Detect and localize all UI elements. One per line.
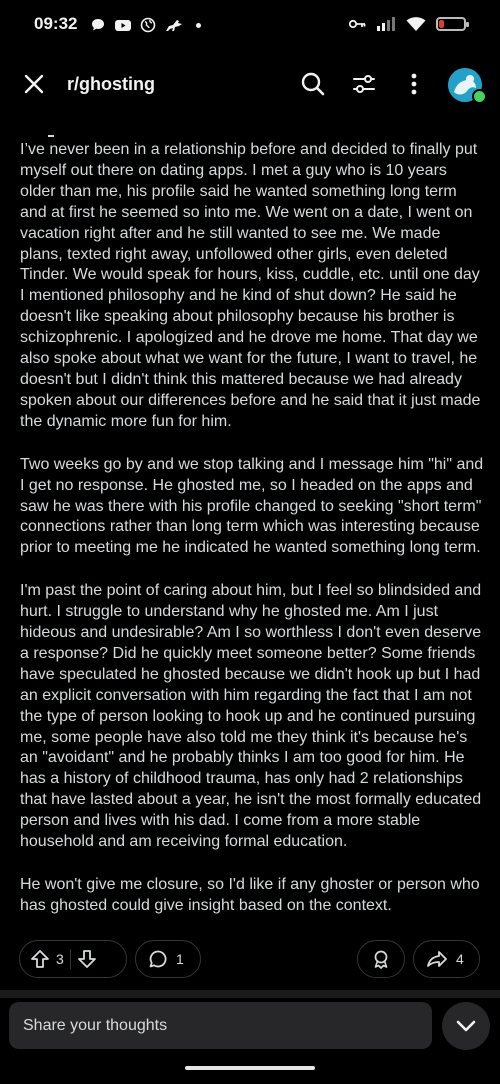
post-body: I’ve never been in a relationship before… <box>20 135 486 939</box>
comment-icon <box>149 950 167 968</box>
post-paragraph: He won't give me closure, so I'd like if… <box>20 876 480 914</box>
status-bar: 09:32 <box>0 0 500 50</box>
globe-icon <box>140 17 156 33</box>
signal-icon <box>377 17 395 31</box>
search-button[interactable] <box>299 70 327 98</box>
app-header: r/ghosting <box>0 58 500 110</box>
search-icon <box>301 72 325 96</box>
wifi-icon <box>406 17 426 31</box>
more-options-button[interactable] <box>400 70 428 98</box>
downvote-button[interactable] <box>77 949 97 969</box>
key-icon <box>348 19 366 29</box>
post-paragraph: I'm past the point of caring about him, … <box>20 582 482 851</box>
share-button[interactable]: 4 <box>413 940 480 978</box>
comment-count: 1 <box>176 951 184 967</box>
notification-icons <box>90 15 201 35</box>
award-button[interactable] <box>357 940 405 978</box>
post-paragraph: Two weeks go by and we stop talking and … <box>20 455 484 557</box>
more-notifications-dot <box>196 22 201 28</box>
share-count: 4 <box>456 951 464 967</box>
collapse-button[interactable] <box>442 1002 490 1050</box>
vote-count: 3 <box>56 951 64 967</box>
upvote-button[interactable] <box>30 949 50 969</box>
battery-level <box>439 20 444 28</box>
post-actions: 3 1 4 <box>0 940 500 980</box>
filter-icon <box>353 75 375 93</box>
animal-icon <box>166 20 182 31</box>
comment-placeholder: Share your thoughts <box>23 1016 168 1034</box>
section-divider <box>0 990 500 998</box>
award-icon <box>374 950 388 969</box>
subreddit-title[interactable]: r/ghosting <box>67 74 155 95</box>
truncated-text-fragment <box>48 135 54 137</box>
upvote-icon <box>31 950 49 968</box>
downvote-icon <box>77 950 96 968</box>
system-icons <box>348 14 469 34</box>
online-status-dot <box>472 89 487 104</box>
more-icon <box>411 73 417 95</box>
gesture-nav-handle[interactable] <box>185 1066 315 1070</box>
close-icon <box>24 74 44 94</box>
vote-pill: 3 <box>19 940 127 978</box>
comments-button[interactable]: 1 <box>135 940 201 978</box>
chat-bubble-icon <box>92 19 104 31</box>
comment-input[interactable]: Share your thoughts <box>9 1002 432 1049</box>
chevron-down-icon <box>456 1020 476 1032</box>
share-icon <box>427 951 447 967</box>
youtube-icon <box>115 20 131 31</box>
status-time: 09:32 <box>34 14 78 33</box>
vote-separator <box>69 949 71 969</box>
close-button[interactable] <box>22 72 46 96</box>
battery-icon <box>436 17 469 31</box>
filter-button[interactable] <box>350 70 378 98</box>
post-paragraph: I’ve never been in a relationship before… <box>20 141 481 430</box>
